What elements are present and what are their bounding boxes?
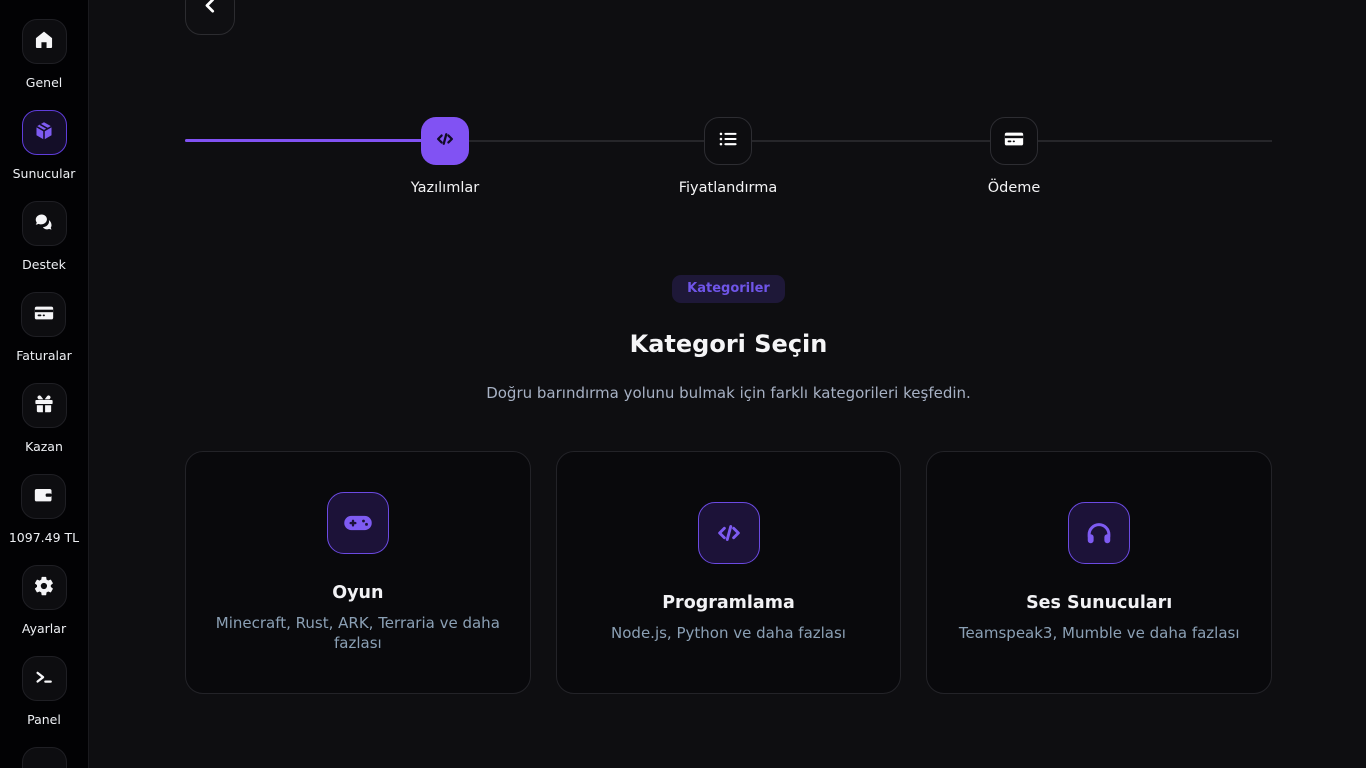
balance-label: 1097.49 TL xyxy=(9,529,79,546)
list-icon xyxy=(717,128,739,154)
gamepad-icon xyxy=(327,492,389,554)
gear-icon xyxy=(33,575,55,601)
wallet-icon xyxy=(33,484,55,510)
settings-button[interactable] xyxy=(22,565,67,610)
cube-icon xyxy=(33,120,55,146)
sidebar-item-balance: 1097.49 TL xyxy=(9,474,79,546)
support-button[interactable] xyxy=(22,201,67,246)
step-fiyatlandirma: Fiyatlandırma xyxy=(648,117,808,196)
category-description: Minecraft, Rust, ARK, Terraria ve daha f… xyxy=(206,613,510,653)
sidebar-item-label: Kazan xyxy=(25,438,63,455)
step-odeme-button[interactable] xyxy=(990,117,1038,165)
category-title: Ses Sunucuları xyxy=(1026,593,1172,613)
page-subtitle: Doğru barındırma yolunu bulmak için fark… xyxy=(185,384,1272,402)
headphones-icon xyxy=(1068,502,1130,564)
step-label: Ödeme xyxy=(988,180,1041,196)
category-description: Node.js, Python ve daha fazlası xyxy=(611,623,846,643)
rewards-button[interactable] xyxy=(22,383,67,428)
credit-card-icon xyxy=(1003,128,1025,154)
home-icon xyxy=(33,29,55,55)
gift-icon xyxy=(33,393,55,419)
wallet-button[interactable] xyxy=(21,474,66,519)
category-title: Programlama xyxy=(662,593,795,613)
step-fiyatlandirma-button[interactable] xyxy=(704,117,752,165)
main-content: Yazılımlar Fiyatlandırma Ödeme Kategoril… xyxy=(90,0,1366,768)
category-card-ses-sunuculari[interactable]: Ses Sunucuları Teamspeak3, Mumble ve dah… xyxy=(926,451,1272,694)
sidebar-item-destek: Destek xyxy=(22,201,67,273)
step-yazilimlar-button[interactable] xyxy=(421,117,469,165)
sidebar-item-faturalar: Faturalar xyxy=(16,292,72,364)
step-odeme: Ödeme xyxy=(934,117,1094,196)
category-card-oyun[interactable]: Oyun Minecraft, Rust, ARK, Terraria ve d… xyxy=(185,451,531,694)
category-description: Teamspeak3, Mumble ve daha fazlası xyxy=(959,623,1240,643)
sidebar-item-partial xyxy=(22,747,67,768)
chat-icon xyxy=(33,211,55,237)
sidebar-item-label: Faturalar xyxy=(16,347,72,364)
credit-card-icon xyxy=(33,302,55,328)
step-label: Fiyatlandırma xyxy=(679,180,778,196)
step-yazilimlar: Yazılımlar xyxy=(365,117,525,196)
category-card-programlama[interactable]: Programlama Node.js, Python ve daha fazl… xyxy=(556,451,902,694)
step-label: Yazılımlar xyxy=(411,180,479,196)
category-title: Oyun xyxy=(332,583,383,603)
chevron-left-icon xyxy=(200,0,221,20)
terminal-icon xyxy=(33,666,55,692)
back-button[interactable] xyxy=(185,0,235,35)
sidebar-item-kazan: Kazan xyxy=(22,383,67,455)
sidebar-item-genel: Genel xyxy=(22,19,67,91)
servers-button[interactable] xyxy=(22,110,67,155)
sidebar-item-label: Ayarlar xyxy=(22,620,66,637)
page-title: Kategori Seçin xyxy=(185,330,1272,358)
categories-badge: Kategoriler xyxy=(672,275,785,303)
sidebar-item-sunucular: Sunucular xyxy=(13,110,76,182)
sidebar-item-label: Destek xyxy=(22,256,66,273)
sidebar-item-label: Panel xyxy=(27,711,61,728)
section-badge-row: Kategoriler xyxy=(185,275,1272,303)
sidebar-item-panel: Panel xyxy=(22,656,67,728)
sidebar-item-label: Sunucular xyxy=(13,165,76,182)
sidebar-item-ayarlar: Ayarlar xyxy=(22,565,67,637)
category-cards: Oyun Minecraft, Rust, ARK, Terraria ve d… xyxy=(185,451,1272,694)
sidebar-item-label: Genel xyxy=(26,74,62,91)
invoices-button[interactable] xyxy=(21,292,66,337)
panel-button[interactable] xyxy=(22,656,67,701)
code-icon xyxy=(434,128,456,154)
home-button[interactable] xyxy=(22,19,67,64)
code-icon xyxy=(698,502,760,564)
sidebar-partial-button[interactable] xyxy=(22,747,67,768)
sidebar: Genel Sunucular Destek Faturalar Kazan 1… xyxy=(0,0,89,768)
